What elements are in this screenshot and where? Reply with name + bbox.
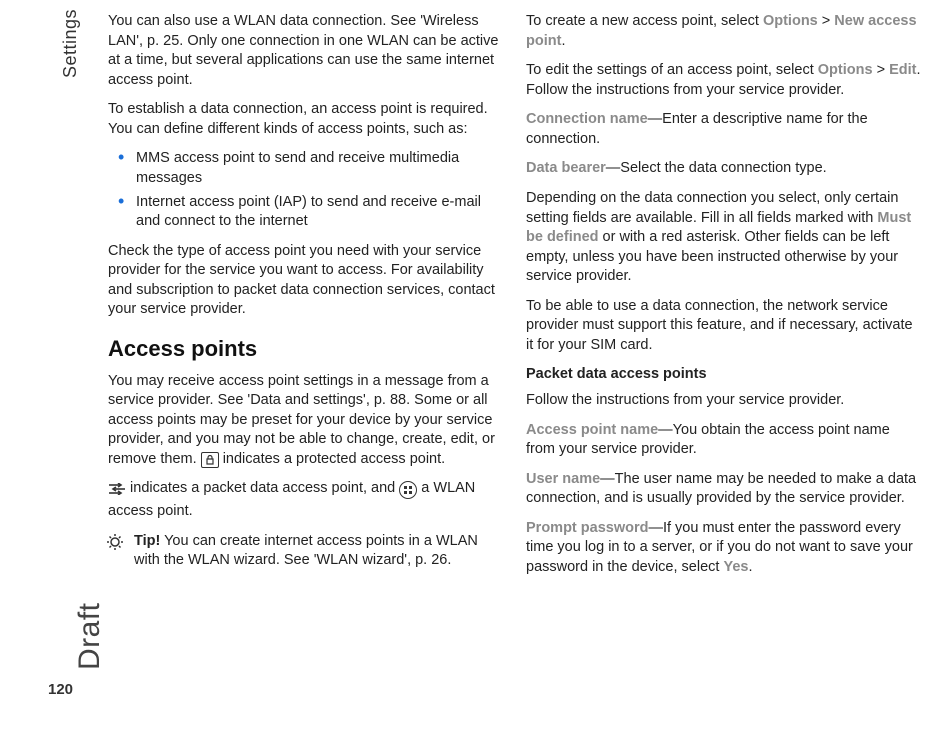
text-run: —Select the data connection type. [606, 160, 827, 176]
sidebar: Settings Draft 120 [0, 0, 100, 734]
subheading-packet-data: Packet data access points [526, 365, 922, 385]
draft-watermark: Draft [70, 602, 111, 670]
text-run: indicates a protected access point. [219, 451, 446, 467]
paragraph: Connection name—Enter a descriptive name… [526, 110, 922, 149]
paragraph: To establish a data connection, an acces… [108, 100, 504, 139]
wlan-icon [399, 481, 417, 499]
tip-icon [106, 533, 124, 557]
ui-label-connection-name: Connection name [526, 111, 648, 127]
bullet-list: MMS access point to send and receive mul… [108, 149, 504, 231]
paragraph: Depending on the data connection you sel… [526, 189, 922, 287]
text-run: . [748, 559, 752, 575]
list-item: Internet access point (IAP) to send and … [124, 193, 504, 232]
paragraph: You can also use a WLAN data connection.… [108, 12, 504, 90]
paragraph: You may receive access point settings in… [108, 372, 504, 470]
paragraph: Access point name—You obtain the access … [526, 421, 922, 460]
paragraph: Check the type of access point you need … [108, 242, 504, 320]
paragraph: Data bearer—Select the data connection t… [526, 159, 922, 179]
ui-label-access-point-name: Access point name [526, 422, 658, 438]
paragraph: User name—The user name may be needed to… [526, 470, 922, 509]
lock-icon [201, 452, 219, 468]
paragraph: indicates a packet data access point, an… [108, 479, 504, 521]
ui-label-data-bearer: Data bearer [526, 160, 606, 176]
text-run: > [873, 62, 890, 78]
paragraph: To be able to use a data connection, the… [526, 297, 922, 356]
ui-label-yes: Yes [723, 559, 748, 575]
paragraph: To create a new access point, select Opt… [526, 12, 922, 51]
paragraph: Prompt password—If you must enter the pa… [526, 519, 922, 578]
ui-label-prompt-password: Prompt password [526, 520, 648, 536]
text-run: Depending on the data connection you sel… [526, 190, 898, 226]
ui-label-edit: Edit [889, 62, 916, 78]
packet-data-icon [108, 482, 126, 502]
column-left: You can also use a WLAN data connection.… [108, 12, 504, 588]
heading-access-points: Access points [108, 334, 504, 364]
section-label: Settings [58, 9, 82, 78]
text-run: > [818, 13, 835, 29]
page-columns: You can also use a WLAN data connection.… [108, 12, 922, 588]
tip-text: You can create internet access points in… [134, 533, 478, 569]
tip-block: Tip! You can create internet access poin… [108, 532, 504, 571]
text-run: indicates a packet data access point, an… [126, 480, 399, 496]
ui-label-user-name: User name [526, 471, 600, 487]
page-number: 120 [48, 680, 73, 700]
ui-label-options: Options [763, 13, 818, 29]
paragraph: To edit the settings of an access point,… [526, 61, 922, 100]
tip-label: Tip! [134, 533, 160, 549]
column-right: To create a new access point, select Opt… [526, 12, 922, 588]
paragraph: Follow the instructions from your servic… [526, 391, 922, 411]
list-item: MMS access point to send and receive mul… [124, 149, 504, 188]
text-run: To edit the settings of an access point,… [526, 62, 818, 78]
ui-label-options: Options [818, 62, 873, 78]
text-run: To create a new access point, select [526, 13, 763, 29]
text-run: . [561, 33, 565, 49]
